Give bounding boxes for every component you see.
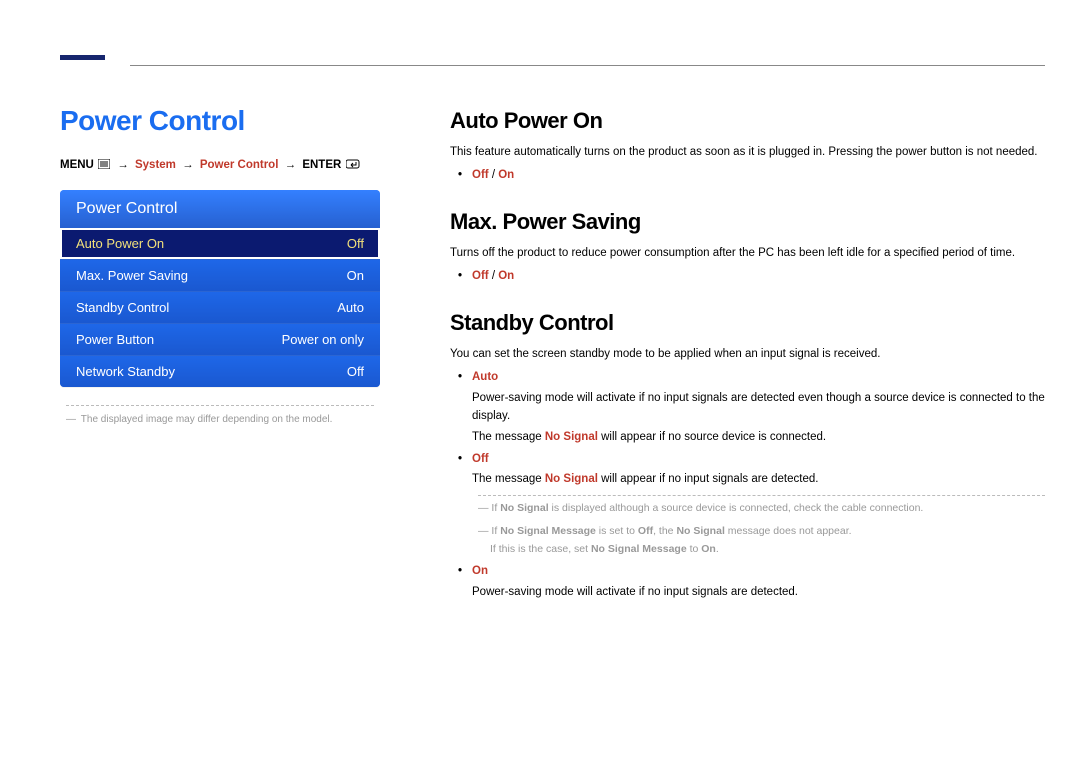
- menu-row-value: Off: [347, 364, 364, 379]
- menu-row-label: Max. Power Saving: [76, 268, 188, 283]
- menu-row-label: Auto Power On: [76, 236, 164, 251]
- menu-row-label: Standby Control: [76, 300, 169, 315]
- menu-row-value: On: [347, 268, 364, 283]
- option-auto: Auto Power-saving mode will activate if …: [472, 369, 1045, 446]
- menu-row-standby-control[interactable]: Standby Control Auto: [60, 291, 380, 323]
- note-no-signal-message: If No Signal Message is set to Off, the …: [478, 523, 1045, 539]
- menu-panel: Power Control Auto Power On Off Max. Pow…: [60, 190, 380, 387]
- option-on: On Power-saving mode will activate if no…: [472, 563, 1045, 602]
- footnote-separator: [66, 405, 374, 406]
- section-desc: This feature automatically turns on the …: [450, 144, 1045, 161]
- menu-row-auto-power-on[interactable]: Auto Power On Off: [60, 228, 380, 259]
- option-off-on: Off / On: [472, 167, 1045, 185]
- section-title-max-power-saving: Max. Power Saving: [450, 209, 1045, 235]
- menu-icon: [98, 159, 110, 172]
- breadcrumb-power-control: Power Control: [200, 159, 279, 171]
- menu-row-label: Network Standby: [76, 364, 175, 379]
- menu-row-value: Off: [347, 236, 364, 251]
- page-accent-bar: [60, 55, 105, 60]
- section-desc: You can set the screen standby mode to b…: [450, 346, 1045, 363]
- breadcrumb-menu: MENU: [60, 159, 94, 171]
- note-cable: If No Signal is displayed although a sou…: [478, 495, 1045, 516]
- section-title-standby-control: Standby Control: [450, 310, 1045, 336]
- option-off: Off The message No Signal will appear if…: [472, 451, 1045, 557]
- option-auto-desc1: Power-saving mode will activate if no in…: [472, 390, 1045, 426]
- page-top-rule: [130, 65, 1045, 66]
- option-off-desc: The message No Signal will appear if no …: [472, 471, 1045, 489]
- breadcrumb: MENU → System → Power Control → ENTER: [60, 159, 380, 172]
- section-desc: Turns off the product to reduce power co…: [450, 245, 1045, 262]
- breadcrumb-system: System: [135, 159, 176, 171]
- menu-row-value: Power on only: [282, 332, 364, 347]
- menu-row-power-button[interactable]: Power Button Power on only: [60, 323, 380, 355]
- breadcrumb-enter: ENTER: [302, 159, 341, 171]
- menu-row-value: Auto: [337, 300, 364, 315]
- section-title-auto-power-on: Auto Power On: [450, 108, 1045, 134]
- footnote-text: The displayed image may differ depending…: [66, 414, 380, 425]
- note-no-signal-message-line2: If this is the case, set No Signal Messa…: [490, 541, 1045, 557]
- option-off-on: Off / On: [472, 268, 1045, 286]
- menu-row-network-standby[interactable]: Network Standby Off: [60, 355, 380, 387]
- option-auto-desc2: The message No Signal will appear if no …: [472, 429, 1045, 447]
- menu-panel-header: Power Control: [60, 190, 380, 228]
- menu-row-label: Power Button: [76, 332, 154, 347]
- option-on-desc: Power-saving mode will activate if no in…: [472, 584, 1045, 602]
- page-title: Power Control: [60, 105, 380, 137]
- enter-icon: [346, 159, 360, 172]
- menu-row-max-power-saving[interactable]: Max. Power Saving On: [60, 259, 380, 291]
